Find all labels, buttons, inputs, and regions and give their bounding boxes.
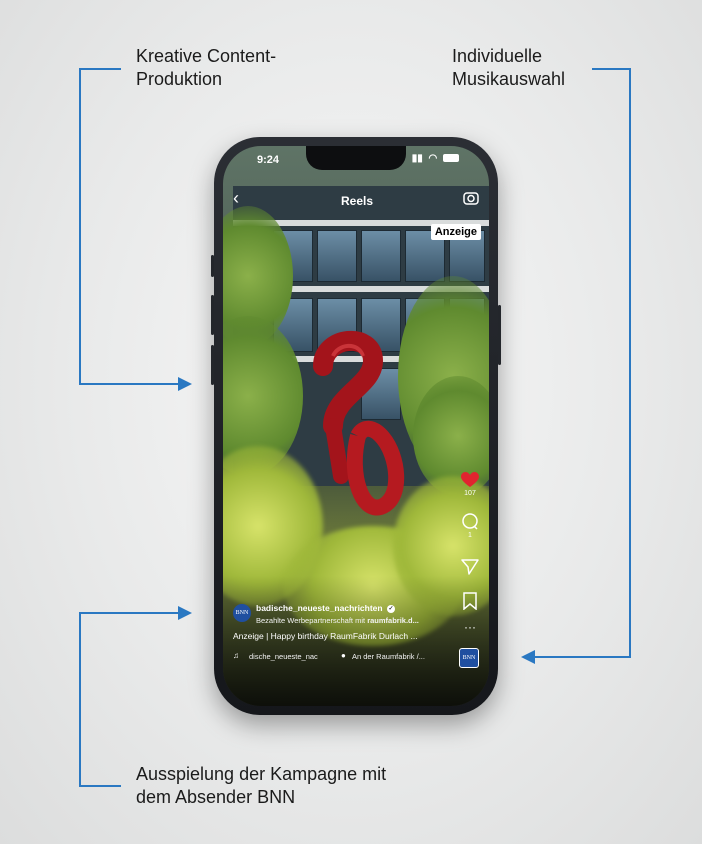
share-icon[interactable] <box>461 558 479 581</box>
signal-icon: ▮▮ <box>411 153 423 164</box>
phone-mockup: 9:24 ▮▮ ◠ ‹ Reels Anzeige 107 1 ··· BNN … <box>211 137 501 715</box>
power-button <box>498 305 501 365</box>
camera-icon[interactable] <box>463 190 479 211</box>
battery-icon <box>443 154 459 163</box>
avatar[interactable]: BNN <box>233 604 251 622</box>
notch <box>306 146 406 170</box>
connector-line <box>592 68 630 70</box>
mute-switch <box>211 255 214 277</box>
annotation-campaign-sender: Ausspielung der Kampagne mit dem Absende… <box>136 764 387 807</box>
connector-line <box>629 68 631 657</box>
connector-line <box>535 656 631 658</box>
volume-down-button <box>211 345 214 385</box>
sponsor-name[interactable]: raumfabrik.d... <box>367 616 419 625</box>
audio-track[interactable]: dische_neueste_nac <box>249 652 318 661</box>
status-icons: ▮▮ ◠ <box>412 153 459 164</box>
balloon-sculpture-20 <box>313 330 405 516</box>
bottom-gradient <box>223 576 489 706</box>
music-note-icon: ♫ <box>233 651 239 660</box>
connector-line <box>79 785 121 787</box>
location-pin-icon: ● <box>341 651 346 660</box>
connector-line <box>79 612 179 614</box>
connector-line <box>79 68 81 384</box>
arrow-left-icon <box>521 650 535 664</box>
wifi-icon: ◠ <box>428 153 438 164</box>
audio-thumbnail[interactable]: BNN <box>459 648 479 668</box>
location-tag[interactable]: An der Raumfabrik /... <box>352 652 425 661</box>
more-options-icon[interactable]: ··· <box>464 620 476 634</box>
account-name[interactable]: badische_neueste_nachrichten ✓ <box>256 603 395 613</box>
connector-line <box>79 612 81 786</box>
annotation-music-selection: Individuelle Musikauswahl <box>452 46 566 89</box>
paid-partnership-label[interactable]: Bezahlte Werbepartnerschaft mit raumfabr… <box>256 616 419 625</box>
reel-screen[interactable]: 9:24 ▮▮ ◠ ‹ Reels Anzeige 107 1 ··· BNN … <box>223 146 489 706</box>
annotation-creative-content: Kreative Content- Produktion <box>136 46 277 89</box>
connector-line <box>79 383 179 385</box>
comment-count: 1 <box>468 532 472 539</box>
status-time: 9:24 <box>257 154 280 166</box>
page-title: Reels <box>341 194 374 208</box>
background-canvas: Kreative Content- Produktion Individuell… <box>0 0 702 844</box>
reel-caption[interactable]: Anzeige | Happy birthday RaumFabrik Durl… <box>233 631 418 641</box>
volume-up-button <box>211 295 214 335</box>
like-count: 107 <box>464 490 476 497</box>
back-icon[interactable]: ‹ <box>233 188 239 209</box>
bookmark-icon[interactable] <box>463 592 477 615</box>
arrow-right-icon <box>178 606 192 620</box>
verified-badge-icon: ✓ <box>386 604 395 613</box>
ad-badge: Anzeige <box>430 224 481 240</box>
arrow-right-icon <box>178 377 192 391</box>
connector-line <box>79 68 121 70</box>
